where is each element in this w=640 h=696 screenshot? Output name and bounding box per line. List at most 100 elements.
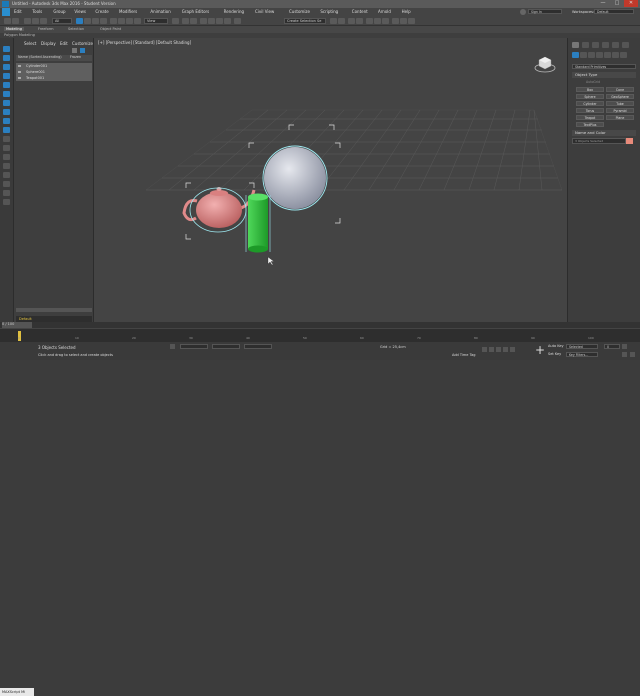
display-bones-icon[interactable]: [3, 127, 10, 133]
textplus-button[interactable]: TextPlus: [576, 122, 604, 127]
cameras-icon[interactable]: [596, 52, 603, 58]
next-frame-icon[interactable]: [503, 347, 508, 352]
rectangular-selection-icon[interactable]: [92, 18, 99, 24]
percent-snap-icon[interactable]: [216, 18, 223, 24]
bind-space-warp-icon[interactable]: [40, 18, 47, 24]
sync-selection-icon[interactable]: [3, 190, 10, 196]
visibility-icon[interactable]: [18, 65, 21, 67]
select-manipulate-icon[interactable]: [182, 18, 189, 24]
menu-edit[interactable]: Edit: [14, 9, 22, 14]
display-xrefs-icon[interactable]: [3, 118, 10, 124]
cone-button[interactable]: Cone: [606, 87, 634, 92]
keyboard-shortcut-icon[interactable]: [190, 18, 197, 24]
display-groups-icon[interactable]: [3, 109, 10, 115]
x-coordinate-field[interactable]: [180, 344, 208, 349]
motion-tab-icon[interactable]: [602, 42, 609, 48]
scene-explorer-icon[interactable]: [356, 18, 363, 24]
scene-tab-display[interactable]: Display: [41, 41, 56, 46]
scene-tab-select[interactable]: Select: [24, 41, 36, 46]
cylinder-button[interactable]: Cylinder: [576, 101, 604, 106]
filter-icon[interactable]: [72, 48, 77, 53]
list-item[interactable]: Teapot001: [16, 75, 92, 81]
display-tab-icon[interactable]: [612, 42, 619, 48]
teapot-object[interactable]: [182, 187, 256, 233]
redo-icon[interactable]: [12, 18, 19, 24]
object-name-field[interactable]: 3 Objects Selected: [572, 138, 626, 144]
sign-in-dropdown[interactable]: Sign In: [528, 9, 562, 14]
set-key-button[interactable]: Set Key: [548, 352, 561, 356]
time-configuration-icon[interactable]: [622, 344, 627, 349]
close-button[interactable]: ✕: [624, 0, 638, 7]
visibility-icon[interactable]: [18, 77, 21, 79]
render-production-icon[interactable]: [408, 18, 415, 24]
zoom-extents-icon[interactable]: [622, 352, 627, 357]
spinner-snap-icon[interactable]: [224, 18, 231, 24]
angle-snap-icon[interactable]: [208, 18, 215, 24]
display-lights-icon[interactable]: [3, 73, 10, 79]
space-warps-icon[interactable]: [612, 52, 619, 58]
snaps-toggle-icon[interactable]: [200, 18, 207, 24]
autogrid-checkbox[interactable]: AutoGrid: [586, 80, 600, 84]
z-coordinate-field[interactable]: [244, 344, 272, 349]
key-filters-button[interactable]: Key Filters...: [566, 352, 598, 357]
explorer-scrollbar[interactable]: [16, 308, 92, 312]
place-icon[interactable]: [134, 18, 141, 24]
set-key-plus-icon[interactable]: +: [534, 344, 546, 356]
menu-scripting[interactable]: Scripting: [320, 9, 338, 14]
explorer-filter-icon[interactable]: [3, 46, 10, 52]
named-selection-set-dropdown[interactable]: Create Selection Se: [284, 18, 326, 24]
rendered-frame-window-icon[interactable]: [400, 18, 407, 24]
menu-graph-editors[interactable]: Graph Editors: [182, 9, 209, 14]
menu-tools[interactable]: Tools: [32, 9, 42, 14]
teapot-button[interactable]: Teapot: [576, 115, 604, 120]
geometry-icon[interactable]: [572, 52, 579, 58]
select-object-icon[interactable]: [76, 18, 83, 24]
menu-modifiers[interactable]: Modifiers: [119, 9, 137, 14]
box-button[interactable]: Box: [576, 87, 604, 92]
display-dependents-icon[interactable]: [3, 181, 10, 187]
tube-button[interactable]: Tube: [606, 101, 634, 106]
modify-tab-icon[interactable]: [582, 42, 589, 48]
sphere-object[interactable]: [262, 145, 328, 211]
align-icon[interactable]: [338, 18, 345, 24]
menu-rendering[interactable]: Rendering: [224, 9, 244, 14]
selected-dropdown[interactable]: Selected: [566, 344, 598, 349]
object-color-swatch[interactable]: [626, 138, 633, 144]
move-icon[interactable]: [110, 18, 117, 24]
link-icon[interactable]: [24, 18, 31, 24]
lights-icon[interactable]: [588, 52, 595, 58]
layer-explorer-icon[interactable]: [348, 18, 355, 24]
utilities-tab-icon[interactable]: [622, 42, 629, 48]
go-to-end-icon[interactable]: [510, 347, 515, 352]
minimize-button[interactable]: —: [596, 0, 610, 7]
hierarchy-tab-icon[interactable]: [592, 42, 599, 48]
primitive-category-dropdown[interactable]: Standard Primitives: [572, 64, 636, 69]
scale-icon[interactable]: [126, 18, 133, 24]
orbit-icon[interactable]: [630, 352, 635, 357]
previous-frame-icon[interactable]: [489, 347, 494, 352]
display-children-icon[interactable]: [3, 163, 10, 169]
ribbon-polygon-modeling[interactable]: Polygon Modeling: [4, 33, 35, 37]
object-type-rollout[interactable]: Object Type: [572, 72, 636, 78]
select-by-name-icon[interactable]: [84, 18, 91, 24]
unlink-icon[interactable]: [32, 18, 39, 24]
display-shapes-icon[interactable]: [3, 64, 10, 70]
menu-views[interactable]: Views: [74, 9, 86, 14]
display-all-icon[interactable]: [3, 136, 10, 142]
tab-freeform[interactable]: Freeform: [38, 27, 54, 31]
search-icon[interactable]: [80, 48, 85, 53]
display-influences-icon[interactable]: [3, 172, 10, 178]
create-tab-icon[interactable]: [572, 42, 579, 48]
menu-arnold[interactable]: Arnold: [378, 9, 391, 14]
y-coordinate-field[interactable]: [212, 344, 240, 349]
pivot-center-icon[interactable]: [172, 18, 179, 24]
menu-group[interactable]: Group: [53, 9, 65, 14]
display-helpers-icon[interactable]: [3, 91, 10, 97]
display-cameras-icon[interactable]: [3, 82, 10, 88]
maxscript-listener[interactable]: MAXScript Mi: [0, 688, 34, 696]
render-setup-icon[interactable]: [392, 18, 399, 24]
mirror-icon[interactable]: [330, 18, 337, 24]
display-space-warps-icon[interactable]: [3, 100, 10, 106]
material-editor-icon[interactable]: [382, 18, 389, 24]
current-frame-field[interactable]: 0: [604, 344, 620, 349]
